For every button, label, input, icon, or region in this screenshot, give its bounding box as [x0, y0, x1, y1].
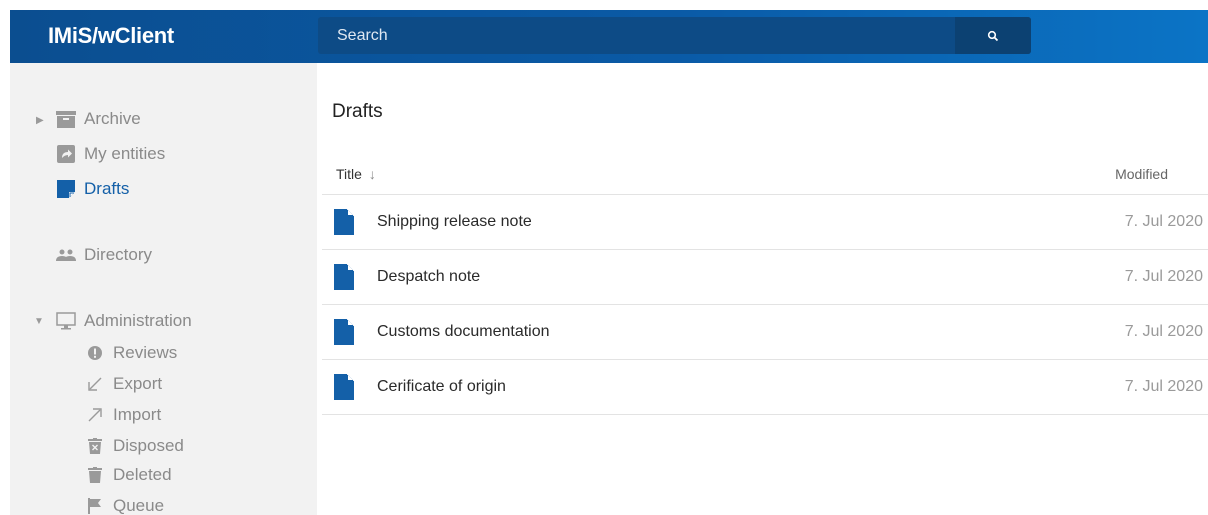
page-title: Drafts	[332, 101, 383, 122]
sidebar-item-archive[interactable]: Archive	[55, 109, 141, 129]
row-title[interactable]: Cerificate of origin	[377, 378, 506, 396]
caret-down-icon[interactable]: ▼	[34, 316, 44, 327]
archive-icon	[55, 109, 77, 129]
sidebar-item-label: Export	[113, 374, 163, 393]
people-icon	[55, 245, 77, 265]
row-modified: 7. Jul 2020	[1124, 378, 1203, 395]
document-icon	[334, 319, 354, 345]
row-title[interactable]: Customs documentation	[377, 323, 550, 341]
sidebar-item-label: Administration	[84, 311, 192, 330]
sidebar-item-label: Drafts	[84, 179, 130, 198]
sidebar-item-disposed[interactable]: Disposed	[84, 436, 184, 456]
sidebar-item-deleted[interactable]: Deleted	[84, 465, 172, 485]
app-title[interactable]: IMiS/wClient	[48, 23, 174, 49]
row-modified: 7. Jul 2020	[1124, 323, 1203, 340]
document-icon	[334, 374, 354, 400]
table-row[interactable]: Shipping release note 7. Jul 2020	[322, 195, 1208, 250]
row-modified: 7. Jul 2020	[1124, 213, 1203, 230]
search-icon	[987, 30, 999, 41]
sidebar-item-administration[interactable]: Administration	[55, 311, 192, 331]
document-icon	[334, 264, 354, 290]
arrow-down-left-icon	[84, 374, 106, 394]
column-title-label: Title	[336, 166, 362, 182]
draft-icon	[55, 179, 77, 199]
sidebar-item-reviews[interactable]: Reviews	[84, 343, 177, 363]
table-row[interactable]: Customs documentation 7. Jul 2020	[322, 305, 1208, 360]
column-header-title[interactable]: Title ↓	[336, 166, 376, 182]
sort-arrow-icon: ↓	[368, 166, 376, 182]
search-input[interactable]: Search	[318, 17, 1031, 54]
sidebar-item-label: Queue	[113, 496, 165, 515]
main-content: Drafts Title ↓ Modified Shipping release…	[317, 63, 1208, 515]
search-button[interactable]	[955, 17, 1031, 54]
arrow-up-right-icon	[84, 405, 106, 425]
sidebar-item-label: Import	[113, 405, 162, 424]
sidebar-item-drafts[interactable]: Drafts	[55, 179, 129, 199]
share-icon	[55, 144, 77, 164]
sidebar-item-label: Directory	[84, 245, 153, 264]
flag-icon	[84, 496, 106, 515]
table-row[interactable]: Despatch note 7. Jul 2020	[322, 250, 1208, 305]
caret-right-icon[interactable]: ▶	[36, 115, 44, 126]
trash-icon	[84, 465, 106, 485]
sidebar-item-queue[interactable]: Queue	[84, 496, 164, 515]
row-title[interactable]: Shipping release note	[377, 213, 532, 231]
disposed-trash-icon	[84, 436, 106, 456]
search-placeholder: Search	[337, 27, 388, 44]
alert-circle-icon	[84, 343, 106, 363]
sidebar: ▶ Archive My entities Drafts Directory ▼…	[10, 63, 317, 515]
sidebar-item-label: Disposed	[113, 436, 184, 455]
sidebar-item-label: Archive	[84, 109, 141, 128]
sidebar-item-import[interactable]: Import	[84, 405, 161, 425]
sidebar-item-label: Deleted	[113, 465, 172, 484]
column-header-modified[interactable]: Modified	[1115, 166, 1168, 182]
table-row[interactable]: Cerificate of origin 7. Jul 2020	[322, 360, 1208, 415]
sidebar-item-export[interactable]: Export	[84, 374, 162, 394]
sidebar-item-my-entities[interactable]: My entities	[55, 144, 165, 164]
monitor-icon	[55, 311, 77, 331]
sidebar-item-label: My entities	[84, 144, 166, 163]
sidebar-item-label: Reviews	[113, 343, 178, 362]
sidebar-item-directory[interactable]: Directory	[55, 245, 152, 265]
document-icon	[334, 209, 354, 235]
row-modified: 7. Jul 2020	[1124, 268, 1203, 285]
row-title[interactable]: Despatch note	[377, 268, 480, 286]
top-bar: IMiS/wClient Search	[10, 10, 1208, 63]
